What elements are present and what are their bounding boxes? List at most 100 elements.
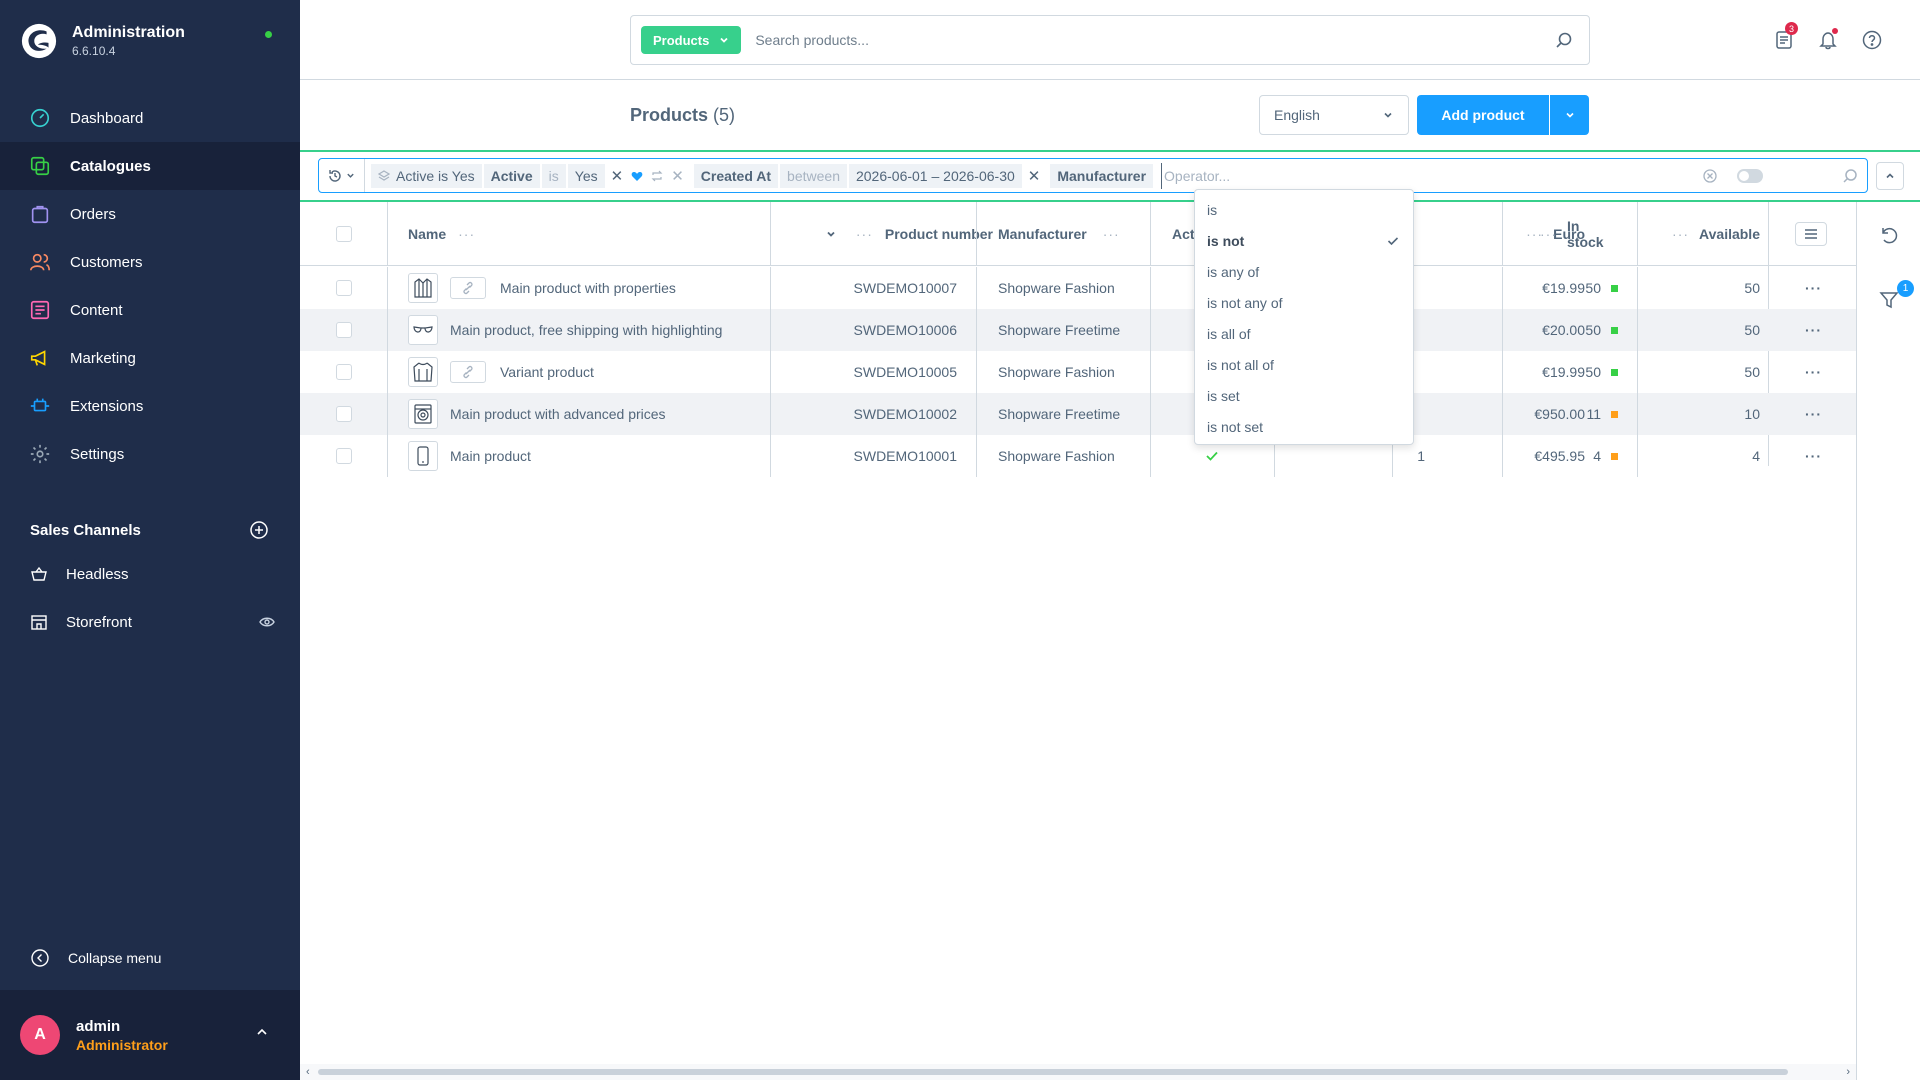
operator-option-is-all-of[interactable]: is all of	[1195, 318, 1413, 349]
row-actions-icon[interactable]: ···	[1805, 267, 1822, 309]
sales-channel-headless[interactable]: Headless	[30, 560, 275, 588]
nav-item-orders[interactable]: Orders	[0, 190, 300, 238]
created-at-chip[interactable]: Created At between 2026-06-01 – 2026-06-…	[693, 163, 1045, 188]
nav-item-content[interactable]: Content	[0, 286, 300, 334]
grid-header: Name ··· ··· Product number Manufacturer…	[300, 202, 1856, 466]
column-header-manufacturer[interactable]: Manufacturer ···	[998, 202, 1120, 266]
catalogue-icon	[28, 154, 52, 178]
add-product-button[interactable]: Add product	[1417, 95, 1549, 135]
table-row[interactable]: Main product SWDEMO10001 Shopware Fashio…	[300, 435, 1856, 477]
heart-icon[interactable]	[629, 168, 645, 184]
help-icon[interactable]	[1860, 28, 1884, 52]
saved-filter-chip[interactable]: Active is Yes Active is Yes ✕ ✕	[371, 163, 688, 188]
scroll-right-icon[interactable]: ›	[1846, 1066, 1850, 1078]
column-header-active[interactable]: Act	[1172, 202, 1195, 266]
column-menu-icon[interactable]: ···	[1103, 226, 1120, 242]
brand[interactable]: Administration 6.6.10.4	[20, 22, 185, 60]
table-row[interactable]: Main product, free shipping with highlig…	[300, 309, 1856, 351]
sales-channel-storefront[interactable]: Storefront	[30, 608, 275, 636]
bell-icon[interactable]	[1816, 28, 1840, 52]
sunglasses-icon	[408, 315, 438, 345]
filter-toggle-switch[interactable]	[1737, 168, 1764, 183]
scroll-left-icon[interactable]: ‹	[306, 1066, 310, 1078]
filter-icon[interactable]	[1879, 290, 1899, 310]
row-checkbox[interactable]	[336, 406, 352, 422]
remove-saved-filter-icon[interactable]: ✕	[667, 167, 688, 185]
nav-item-extensions[interactable]: Extensions	[0, 382, 300, 430]
chevron-up-icon[interactable]	[255, 1025, 269, 1039]
product-name[interactable]: Main product, free shipping with highlig…	[450, 322, 722, 338]
product-name[interactable]: Main product	[450, 448, 531, 464]
filter-history-button[interactable]	[319, 159, 365, 192]
column-menu-icon[interactable]: ···	[856, 226, 873, 242]
horizontal-scrollbar[interactable]: ‹ ›	[300, 1064, 1856, 1080]
row-actions-icon[interactable]: ···	[1805, 309, 1822, 351]
nav-item-settings[interactable]: Settings	[0, 430, 300, 478]
refresh-icon[interactable]	[1879, 225, 1899, 245]
sort-chevron-down-icon[interactable]	[826, 229, 836, 239]
column-header-available[interactable]: ··· Available	[1670, 202, 1760, 266]
eye-icon[interactable]	[259, 614, 275, 630]
remove-chip-icon[interactable]: ✕	[1024, 167, 1045, 185]
table-row[interactable]: Variant product SWDEMO10005 Shopware Fas…	[300, 351, 1856, 393]
chip-field[interactable]: Active	[483, 163, 540, 188]
repeat-icon[interactable]	[649, 168, 665, 184]
add-product-dropdown-button[interactable]	[1550, 95, 1589, 135]
product-name[interactable]: Main product with advanced prices	[450, 406, 666, 422]
nav-item-dashboard[interactable]: Dashboard	[0, 94, 300, 142]
column-header-product-number[interactable]: ··· Product number	[793, 202, 1003, 266]
row-actions-icon[interactable]: ···	[1805, 351, 1822, 393]
operator-option-is-not-all-of[interactable]: is not all of	[1195, 349, 1413, 380]
remove-chip-icon[interactable]: ✕	[607, 167, 628, 185]
add-sales-channel-icon[interactable]	[250, 521, 268, 539]
row-checkbox[interactable]	[336, 322, 352, 338]
row-checkbox[interactable]	[336, 364, 352, 380]
scrollbar-thumb[interactable]	[318, 1069, 1788, 1075]
nav-item-catalogues[interactable]: Catalogues	[0, 142, 300, 190]
operator-option-is-not-set[interactable]: is not set	[1195, 411, 1413, 442]
row-actions-icon[interactable]: ···	[1805, 435, 1822, 477]
row-checkbox[interactable]	[336, 448, 352, 464]
search-input[interactable]	[755, 32, 1536, 48]
select-all-checkbox-cell[interactable]	[336, 202, 352, 266]
select-all-checkbox[interactable]	[336, 226, 352, 242]
chip-field[interactable]: Manufacturer	[1050, 163, 1154, 188]
column-menu-icon[interactable]: ···	[1540, 226, 1557, 242]
row-checkbox[interactable]	[336, 280, 352, 296]
table-row[interactable]: Main product with advanced prices SWDEMO…	[300, 393, 1856, 435]
search-type-select[interactable]: Products	[641, 26, 742, 54]
column-menu-icon[interactable]: ···	[458, 226, 475, 242]
operator-option-is[interactable]: is	[1195, 194, 1413, 225]
chip-value[interactable]: 2026-06-01 – 2026-06-30	[848, 163, 1022, 188]
product-name[interactable]: Main product with properties	[500, 280, 676, 296]
column-header-name[interactable]: Name ···	[408, 202, 475, 266]
chip-field[interactable]: Created At	[693, 163, 779, 188]
content-icon	[28, 298, 52, 322]
user-menu[interactable]: A admin Administrator	[0, 990, 300, 1080]
operator-option-is-set[interactable]: is set	[1195, 380, 1413, 411]
search-icon[interactable]	[1555, 31, 1573, 49]
chip-value[interactable]: Yes	[567, 163, 605, 188]
gauge-icon	[28, 106, 52, 130]
search-icon[interactable]	[1841, 167, 1859, 185]
nav-item-customers[interactable]: Customers	[0, 238, 300, 286]
filter-operator-input[interactable]	[1161, 162, 1702, 189]
operator-option-is-any-of[interactable]: is any of	[1195, 256, 1413, 287]
operator-option-is-not-any-of[interactable]: is not any of	[1195, 287, 1413, 318]
chip-operator[interactable]: between	[780, 163, 847, 188]
collapse-filter-button[interactable]	[1876, 162, 1904, 190]
nav-item-marketing[interactable]: Marketing	[0, 334, 300, 382]
table-row[interactable]: Main product with properties SWDEMO10007…	[300, 267, 1856, 309]
collapse-menu-button[interactable]: Collapse menu	[30, 946, 161, 970]
task-list-icon[interactable]: 3	[1772, 22, 1798, 52]
row-actions-icon[interactable]: ···	[1805, 393, 1822, 435]
grid-settings-button[interactable]	[1795, 222, 1827, 246]
operator-option-is-not[interactable]: is not	[1195, 225, 1413, 256]
chip-operator[interactable]: is	[541, 163, 566, 188]
language-select[interactable]: English	[1259, 95, 1409, 135]
column-header-in-stock[interactable]: ··· In stock	[1540, 202, 1618, 266]
product-name[interactable]: Variant product	[500, 364, 594, 380]
clear-circle-icon[interactable]	[1701, 167, 1719, 185]
column-menu-icon[interactable]: ···	[1672, 226, 1689, 242]
manufacturer-chip[interactable]: Manufacturer	[1050, 163, 1155, 188]
